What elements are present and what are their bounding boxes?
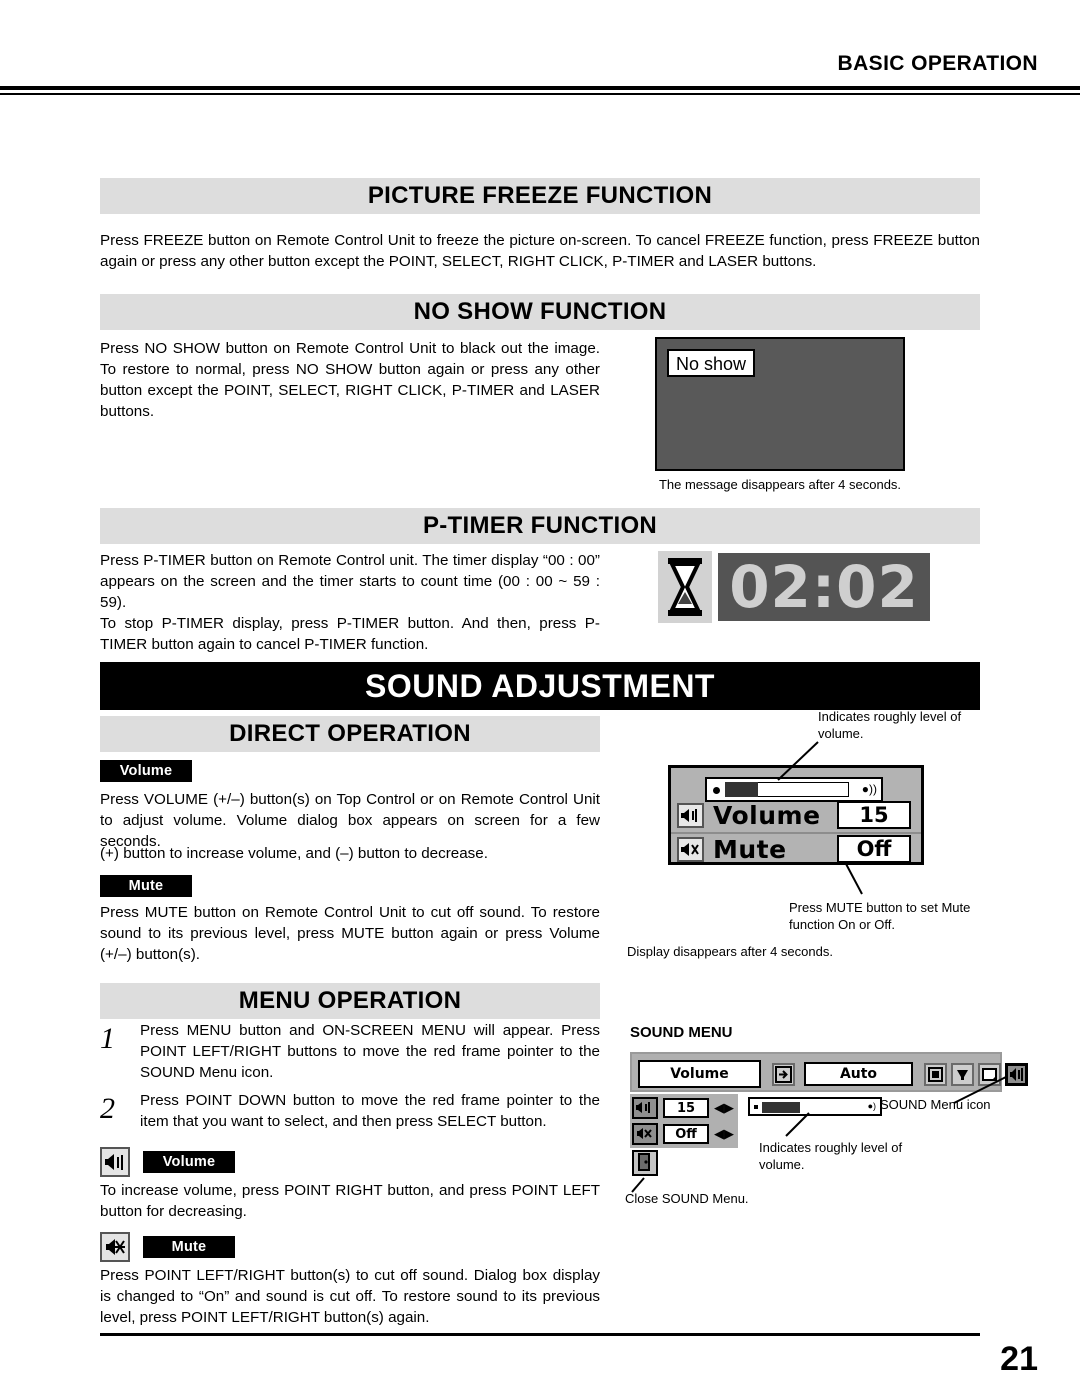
bar-fill [762, 1102, 800, 1113]
mute-icon-svg [106, 1239, 125, 1255]
panel-volume-value[interactable]: 15 [663, 1098, 709, 1118]
volume-icon [100, 1147, 130, 1177]
no-show-message-box: No show [667, 349, 755, 377]
color-adjust-icon[interactable] [951, 1063, 974, 1086]
section-heading-direct-operation: DIRECT OPERATION [100, 716, 600, 752]
volume-osd-dialog: ●)) Volume 15 Mute Off [668, 765, 924, 865]
image-icon-svg [982, 1068, 997, 1081]
panel-volume-icon-svg [636, 1102, 650, 1113]
volume-slider[interactable]: ●)) [705, 777, 883, 802]
direct-mute-body: Press MUTE button on Remote Control Unit… [100, 904, 600, 963]
panel-volume-icon[interactable] [632, 1097, 658, 1119]
menu-step-2-text: Press POINT DOWN button to move the red … [140, 1092, 600, 1130]
tag-volume-menu: Volume [143, 1151, 235, 1173]
hourglass-icon [658, 551, 712, 623]
header-rule-thin [0, 93, 1080, 95]
direct-volume-body-2: (+) button to increase volume, and (–) b… [100, 845, 488, 862]
bar-speaker-icon: ●) [867, 1101, 876, 1111]
mute-left-right-arrow-icon[interactable]: ◀▶ [714, 1125, 734, 1142]
sound-menu-toolbar: Volume Auto [630, 1052, 1028, 1092]
page-title: BASIC OPERATION [837, 52, 1038, 75]
volume-dialog-annotation-bottom: Press MUTE button to set Mute function O… [789, 900, 971, 932]
picture-freeze-body: Press FREEZE button on Remote Control Un… [100, 232, 980, 270]
volume-slider-fill [725, 782, 758, 797]
section-heading-no-show: NO SHOW FUNCTION [100, 294, 980, 330]
sound-menu-annotation-close: Close SOUND Menu. [625, 1191, 749, 1206]
section-banner-sound-adjustment: SOUND ADJUSTMENT [100, 662, 980, 710]
sound-menu-volume-bar: ●) [748, 1097, 882, 1116]
input-source-icon[interactable] [772, 1063, 795, 1086]
panel-mute-icon[interactable] [632, 1123, 658, 1145]
sound-menu-annotation-level: Indicates roughly level of volume. [759, 1140, 903, 1172]
leader-volume-bar-level [785, 1112, 810, 1137]
sound-menu-current-title: Volume [638, 1060, 761, 1088]
speaker-max-icon: ●)) [861, 782, 877, 796]
menu-mute-body: Press POINT LEFT/RIGHT button(s) to cut … [100, 1267, 600, 1326]
sound-menu-icon-svg [1010, 1068, 1023, 1081]
sound-menu-value-panel: 15 ◀▶ Off ◀▶ [630, 1094, 738, 1148]
p-timer-body-2: To stop P-TIMER display, press P-TIMER b… [100, 615, 600, 653]
mute-label: Mute [713, 835, 787, 864]
image-icon[interactable] [978, 1063, 1001, 1086]
footer-rule [100, 1333, 980, 1336]
speaker-mute-icon-svg [681, 843, 699, 856]
quit-icon[interactable] [632, 1150, 658, 1176]
volume-left-right-arrow-icon[interactable]: ◀▶ [714, 1099, 734, 1116]
tag-volume-direct: Volume [100, 760, 192, 782]
auto-label[interactable]: Auto [804, 1062, 913, 1086]
panel-mute-icon-svg [637, 1128, 652, 1139]
color-adjust-icon-svg [957, 1070, 968, 1080]
volume-icon-svg [105, 1154, 123, 1170]
tag-mute-menu: Mute [143, 1236, 235, 1258]
sound-menu-annotation-icon: SOUND Menu icon [880, 1097, 991, 1112]
menu-step-1-text: Press MENU button and ON-SCREEN MENU wil… [140, 1022, 600, 1081]
page-header: BASIC OPERATION [0, 52, 1080, 76]
mute-value[interactable]: Off [837, 835, 911, 863]
no-show-caption: The message disappears after 4 seconds. [658, 477, 902, 492]
volume-dialog-annotation-top: Indicates roughly level of volume. [818, 709, 962, 741]
no-show-screen-preview: No show [655, 337, 905, 471]
menu-volume-body: To increase volume, press POINT RIGHT bu… [100, 1182, 600, 1220]
speaker-mute-icon [677, 837, 704, 862]
screen-icon-svg [928, 1067, 943, 1082]
mute-icon [100, 1232, 130, 1262]
section-heading-menu-operation: MENU OPERATION [100, 983, 600, 1019]
volume-dialog-caption: Display disappears after 4 seconds. [627, 944, 833, 959]
screen-icon[interactable] [924, 1063, 947, 1086]
section-heading-picture-freeze: PICTURE FREEZE FUNCTION [100, 178, 980, 214]
no-show-body: Press NO SHOW button on Remote Control U… [100, 340, 600, 420]
header-rule-thick [0, 86, 1080, 90]
quit-icon-svg [638, 1153, 650, 1171]
step-number-1: 1 [100, 1022, 115, 1055]
p-timer-digits: 02:02 [718, 553, 930, 621]
volume-slider-min-dot [713, 787, 720, 794]
sound-menu-title: SOUND MENU [630, 1024, 733, 1041]
panel-mute-value[interactable]: Off [663, 1124, 709, 1144]
page-number: 21 [1000, 1340, 1038, 1378]
p-timer-body-1: Press P-TIMER button on Remote Control u… [100, 552, 600, 611]
input-source-icon-svg [775, 1066, 792, 1083]
sound-menu-icon[interactable] [1005, 1063, 1028, 1086]
p-timer-preview: 02:02 [658, 551, 936, 625]
speaker-volume-icon [677, 803, 704, 828]
volume-label: Volume [713, 801, 821, 830]
volume-value[interactable]: 15 [837, 801, 911, 829]
tag-mute-direct: Mute [100, 875, 192, 897]
volume-row: Volume 15 [677, 800, 921, 832]
step-number-2: 2 [100, 1092, 115, 1125]
speaker-volume-icon-svg [681, 809, 697, 822]
bar-min-dot [754, 1105, 758, 1109]
leader-mute-annotation [844, 861, 863, 895]
section-heading-p-timer: P-TIMER FUNCTION [100, 508, 980, 544]
mute-row: Mute Off [677, 834, 921, 866]
hourglass-icon-svg [668, 558, 702, 616]
